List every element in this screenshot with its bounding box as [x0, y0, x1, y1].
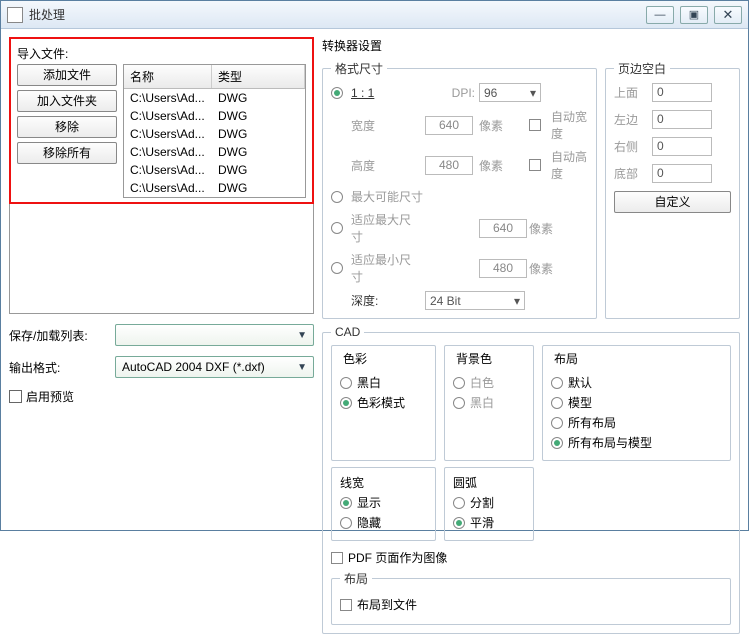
margin-right-input[interactable]: 0: [652, 137, 712, 156]
file-list[interactable]: 名称 类型 C:\Users\Ad...DWG C:\Users\Ad...DW…: [123, 64, 306, 198]
arc-group: 圆弧 分割 平滑: [444, 467, 534, 541]
radio-bg-white[interactable]: [453, 377, 465, 389]
dpi-combo[interactable]: 96▾: [479, 83, 541, 102]
table-row[interactable]: C:\Users\Ad...DWG: [124, 107, 305, 125]
margin-top-input[interactable]: 0: [652, 83, 712, 102]
save-load-list-label: 保存/加载列表:: [9, 327, 109, 344]
radio-bg-black[interactable]: [453, 397, 465, 409]
save-load-list-combo[interactable]: ▼: [115, 324, 314, 346]
output-format-label: 输出格式:: [9, 359, 109, 376]
table-row[interactable]: C:\Users\Ad...DWG: [124, 179, 305, 197]
import-file-group: 导入文件: 添加文件 加入文件夹 移除 移除所有 名称 类型: [9, 37, 314, 204]
radio-arc-smooth[interactable]: [453, 517, 465, 529]
cad-group: CAD 色彩 黑白 色彩模式 背景色 白色 黑白 布局 默认: [322, 325, 740, 634]
radio-lw-hide[interactable]: [340, 517, 352, 529]
file-list-extra: [9, 204, 314, 314]
enable-preview-checkbox[interactable]: 启用预览: [9, 388, 314, 405]
table-row[interactable]: C:\Users\Ad...DWG: [124, 89, 305, 107]
radio-max-size[interactable]: [331, 191, 343, 203]
chevron-down-icon: ▼: [297, 362, 307, 373]
output-format-combo[interactable]: AutoCAD 2004 DXF (*.dxf)▼: [115, 356, 314, 378]
radio-lw-show[interactable]: [340, 497, 352, 509]
add-folder-button[interactable]: 加入文件夹: [17, 90, 117, 112]
auto-height-checkbox[interactable]: [529, 159, 541, 171]
checkbox-icon: [9, 390, 22, 403]
bgcolor-group: 背景色 白色 黑白: [444, 345, 534, 461]
add-file-button[interactable]: 添加文件: [17, 64, 117, 86]
import-label: 导入文件:: [17, 45, 306, 62]
radio-arc-split[interactable]: [453, 497, 465, 509]
column-name[interactable]: 名称: [124, 65, 212, 88]
remove-button[interactable]: 移除: [17, 116, 117, 138]
chevron-down-icon: ▾: [530, 86, 536, 100]
maximize-button[interactable]: ▣: [680, 6, 708, 24]
margin-left-input[interactable]: 0: [652, 110, 712, 129]
format-size-group: 格式尺寸 1 : 1 DPI: 96▾ 宽度 640 像素 自动宽度: [322, 60, 597, 319]
batch-dialog: 批处理 — ▣ ✕ 导入文件: 添加文件 加入文件夹 移除 移除所有: [0, 0, 749, 531]
height-input[interactable]: 480: [425, 156, 473, 175]
linewidth-group: 线宽 显示 隐藏: [331, 467, 436, 541]
margin-bottom-input[interactable]: 0: [652, 164, 712, 183]
pdf-as-image-checkbox[interactable]: [331, 552, 343, 564]
width-input[interactable]: 640: [425, 116, 473, 135]
auto-width-checkbox[interactable]: [529, 119, 541, 131]
layout-to-file-checkbox[interactable]: [340, 599, 352, 611]
radio-fit-min[interactable]: [331, 262, 343, 274]
page-margin-group: 页边空白 上面0 左边0 右侧0 底部0 自定义: [605, 60, 740, 319]
remove-all-button[interactable]: 移除所有: [17, 142, 117, 164]
chevron-down-icon: ▾: [514, 294, 520, 308]
column-type[interactable]: 类型: [212, 65, 305, 88]
radio-layout-default[interactable]: [551, 377, 563, 389]
radio-fit-max[interactable]: [331, 222, 343, 234]
table-row[interactable]: C:\Users\Ad...DWG: [124, 125, 305, 143]
table-row[interactable]: C:\Users\Ad...DWG: [124, 161, 305, 179]
chevron-down-icon: ▼: [297, 330, 307, 341]
app-icon: [7, 7, 23, 23]
radio-layout-model[interactable]: [551, 397, 563, 409]
depth-combo[interactable]: 24 Bit▾: [425, 291, 525, 310]
fit-min-input[interactable]: 480: [479, 259, 527, 278]
radio-color-mode[interactable]: [340, 397, 352, 409]
window-title: 批处理: [29, 6, 646, 23]
radio-one-to-one[interactable]: [331, 87, 343, 99]
table-row[interactable]: C:\Users\Ad...DWG: [124, 143, 305, 161]
radio-bw[interactable]: [340, 377, 352, 389]
color-group: 色彩 黑白 色彩模式: [331, 345, 436, 461]
titlebar: 批处理 — ▣ ✕: [1, 1, 748, 29]
close-button[interactable]: ✕: [714, 6, 742, 24]
layout-to-file-group: 布局 布局到文件: [331, 570, 731, 625]
layout-group: 布局 默认 模型 所有布局 所有布局与模型: [542, 345, 731, 461]
custom-margin-button[interactable]: 自定义: [614, 191, 731, 213]
fit-max-input[interactable]: 640: [479, 219, 527, 238]
minimize-button[interactable]: —: [646, 6, 674, 24]
radio-layout-all-model[interactable]: [551, 437, 563, 449]
radio-layout-all[interactable]: [551, 417, 563, 429]
converter-settings-label: 转换器设置: [322, 37, 740, 54]
